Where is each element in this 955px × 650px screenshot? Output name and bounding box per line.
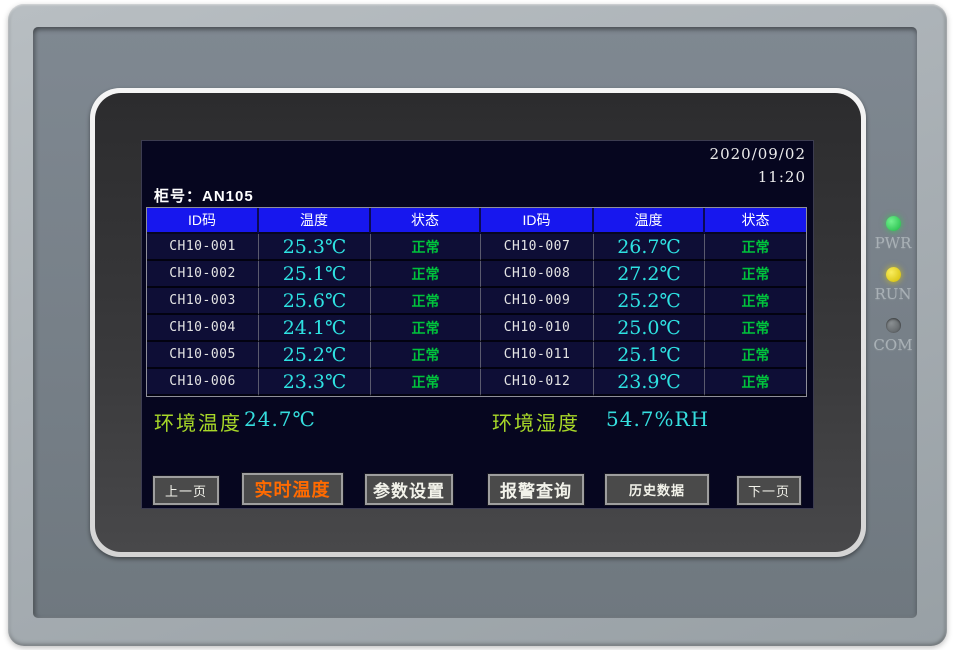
power-led-label: PWR: [871, 234, 915, 252]
channel-id: CH10-011: [481, 342, 594, 369]
channel-status: 正常: [705, 315, 806, 342]
table-header-cell: ID码: [481, 208, 594, 234]
channel-status: 正常: [371, 369, 481, 396]
channel-status: 正常: [705, 234, 806, 261]
channel-temp: 24.1℃: [259, 315, 371, 342]
lcd-display: 2020/09/02 11:20 柜号：AN105 ID码 温度 状态 ID码 …: [141, 140, 814, 509]
history-data-button[interactable]: 历史数据: [605, 474, 709, 505]
channel-status: 正常: [371, 288, 481, 315]
run-led-label: RUN: [871, 285, 915, 303]
hmi-device-housing: 2020/09/02 11:20 柜号：AN105 ID码 温度 状态 ID码 …: [8, 4, 947, 646]
channel-temp: 23.9℃: [594, 369, 705, 396]
run-led-icon: [886, 267, 901, 282]
table-header-cell: ID码: [147, 208, 259, 234]
ambient-humidity-value: 54.7%RH: [606, 407, 709, 431]
ambient-humidity-label: 环境湿度: [492, 407, 580, 436]
prev-page-button[interactable]: 上一页: [153, 476, 219, 505]
alarm-query-button[interactable]: 报警查询: [488, 474, 584, 505]
channel-status: 正常: [371, 342, 481, 369]
channel-id: CH10-002: [147, 261, 259, 288]
channel-id: CH10-005: [147, 342, 259, 369]
realtime-temperature-button[interactable]: 实时温度: [242, 473, 343, 505]
next-page-button[interactable]: 下一页: [737, 476, 801, 505]
channel-temp: 26.7℃: [594, 234, 705, 261]
cabinet-id-label: 柜号：AN105: [154, 185, 254, 206]
power-led-group: PWR: [871, 216, 915, 252]
channel-status: 正常: [371, 315, 481, 342]
com-led-icon: [886, 318, 901, 333]
channel-status: 正常: [705, 261, 806, 288]
channel-id: CH10-012: [481, 369, 594, 396]
power-led-icon: [886, 216, 901, 231]
channel-status: 正常: [705, 369, 806, 396]
channel-temp: 25.6℃: [259, 288, 371, 315]
channel-temp: 25.2℃: [594, 288, 705, 315]
table-header-cell: 温度: [259, 208, 371, 234]
channel-temp: 25.1℃: [594, 342, 705, 369]
table-header-cell: 状态: [371, 208, 481, 234]
channel-temp: 25.0℃: [594, 315, 705, 342]
channel-temp: 25.3℃: [259, 234, 371, 261]
channel-temperature-table: ID码 温度 状态 ID码 温度 状态 CH10-001 25.3℃ 正常 CH…: [146, 207, 807, 397]
channel-id: CH10-003: [147, 288, 259, 315]
channel-status: 正常: [705, 342, 806, 369]
time-display: 11:20: [758, 168, 806, 186]
front-panel: 2020/09/02 11:20 柜号：AN105 ID码 温度 状态 ID码 …: [33, 27, 917, 618]
channel-id: CH10-009: [481, 288, 594, 315]
channel-temp: 27.2℃: [594, 261, 705, 288]
channel-status: 正常: [371, 261, 481, 288]
ambient-temperature-value: 24.7℃: [244, 407, 316, 431]
run-led-group: RUN: [871, 267, 915, 303]
screen-bezel-inner: 2020/09/02 11:20 柜号：AN105 ID码 温度 状态 ID码 …: [95, 93, 861, 552]
channel-id: CH10-010: [481, 315, 594, 342]
channel-temp: 23.3℃: [259, 369, 371, 396]
ambient-temperature-label: 环境温度: [154, 407, 242, 436]
com-led-group: COM: [871, 318, 915, 354]
channel-id: CH10-004: [147, 315, 259, 342]
table-header-cell: 状态: [705, 208, 806, 234]
channel-status: 正常: [371, 234, 481, 261]
channel-id: CH10-007: [481, 234, 594, 261]
com-led-label: COM: [871, 336, 915, 354]
channel-temp: 25.1℃: [259, 261, 371, 288]
parameter-settings-button[interactable]: 参数设置: [365, 474, 453, 505]
channel-status: 正常: [705, 288, 806, 315]
table-header-cell: 温度: [594, 208, 705, 234]
screen-bezel: 2020/09/02 11:20 柜号：AN105 ID码 温度 状态 ID码 …: [90, 88, 866, 557]
channel-id: CH10-008: [481, 261, 594, 288]
channel-id: CH10-001: [147, 234, 259, 261]
date-display: 2020/09/02: [710, 145, 806, 163]
channel-id: CH10-006: [147, 369, 259, 396]
channel-temp: 25.2℃: [259, 342, 371, 369]
